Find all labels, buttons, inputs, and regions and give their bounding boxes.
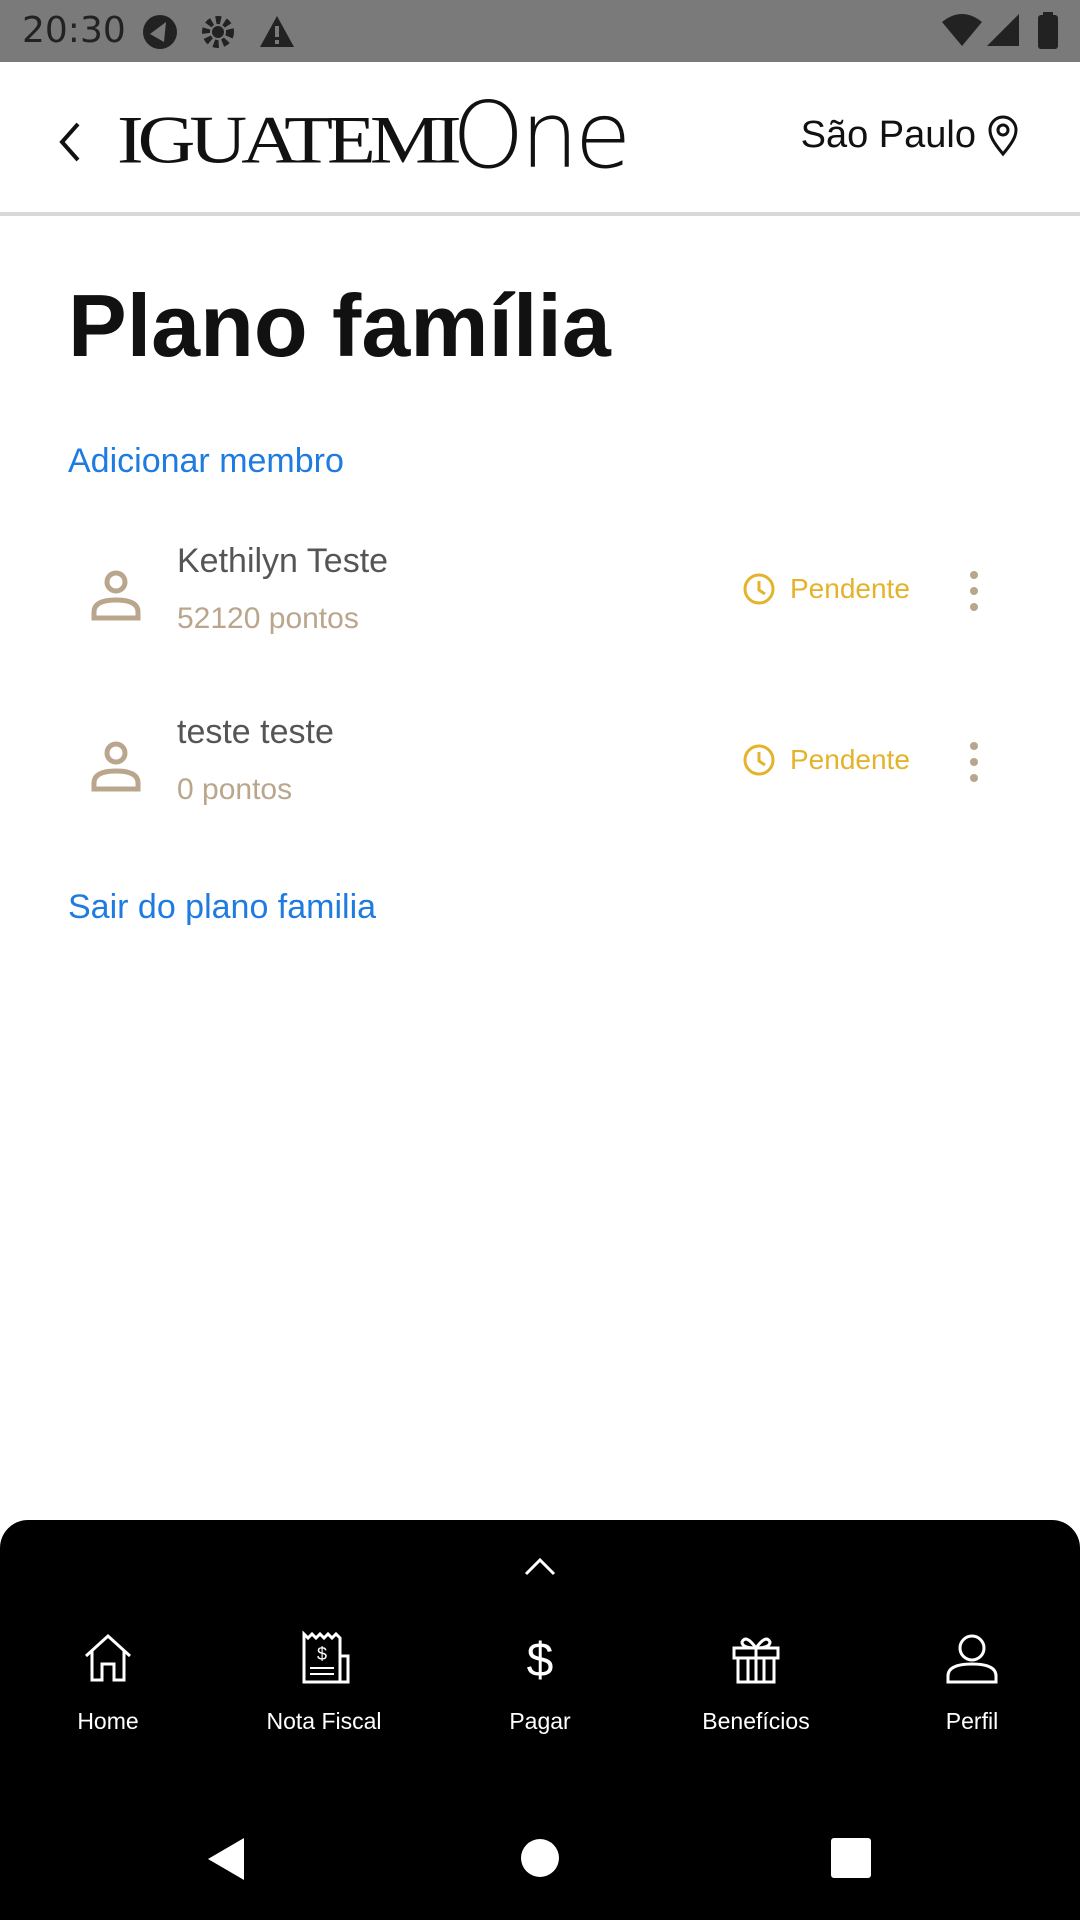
back-arrow-icon[interactable] bbox=[50, 112, 90, 172]
system-back-icon[interactable] bbox=[204, 1836, 250, 1882]
settings-icon bbox=[202, 16, 234, 48]
member-name: teste teste bbox=[177, 713, 334, 751]
nav-home[interactable]: Home bbox=[8, 1630, 208, 1735]
member-status: Pendente bbox=[742, 743, 910, 777]
member-points: 52120 pontos bbox=[177, 602, 359, 635]
logo-one: One bbox=[452, 82, 631, 189]
nav-nota-fiscal[interactable]: $ Nota Fiscal bbox=[224, 1630, 424, 1735]
svg-text:$: $ bbox=[527, 1634, 554, 1686]
svg-text:$: $ bbox=[317, 1644, 327, 1664]
status-bar: 20:30 bbox=[0, 0, 1080, 62]
person-icon bbox=[91, 570, 141, 621]
nav-home-label: Home bbox=[77, 1708, 139, 1734]
logo-iguatemi: IGUATEMI bbox=[117, 102, 462, 178]
app-header: IGUATEMI One São Paulo bbox=[0, 62, 1080, 216]
chevron-up-icon[interactable] bbox=[522, 1554, 558, 1578]
signal-icon bbox=[987, 14, 1019, 46]
person-icon bbox=[91, 741, 141, 792]
nav-nota-fiscal-label: Nota Fiscal bbox=[266, 1708, 382, 1734]
status-label: Pendente bbox=[790, 573, 910, 604]
member-name: Kethilyn Teste bbox=[177, 542, 389, 580]
bottom-nav: Home $ Nota Fiscal $ Pagar Benefícios Pe… bbox=[0, 1520, 1080, 1740]
leave-family-plan-link[interactable]: Sair do plano familia bbox=[68, 888, 376, 927]
wifi-icon bbox=[942, 14, 982, 46]
nav-perfil[interactable]: Perfil bbox=[872, 1630, 1072, 1735]
user-icon bbox=[946, 1634, 998, 1684]
more-options-icon[interactable] bbox=[962, 566, 986, 616]
location-selector[interactable]: São Paulo bbox=[801, 114, 1020, 157]
sync-icon bbox=[143, 15, 177, 49]
clock-icon bbox=[743, 744, 775, 776]
warning-icon bbox=[260, 16, 294, 47]
battery-icon bbox=[1038, 12, 1058, 49]
member-status: Pendente bbox=[742, 572, 910, 606]
status-label: Pendente bbox=[790, 744, 910, 775]
gift-icon bbox=[732, 1637, 780, 1684]
nav-pagar[interactable]: $ Pagar bbox=[440, 1630, 640, 1735]
member-row[interactable]: Kethilyn Teste 52120 pontos Pendente bbox=[0, 530, 1080, 660]
map-pin-icon bbox=[988, 115, 1018, 156]
page-title: Plano família bbox=[68, 276, 611, 375]
home-icon bbox=[84, 1633, 132, 1682]
add-member-link[interactable]: Adicionar membro bbox=[68, 442, 344, 481]
status-time: 20:30 bbox=[22, 10, 126, 51]
nav-pagar-label: Pagar bbox=[509, 1708, 571, 1734]
more-options-icon[interactable] bbox=[962, 737, 986, 787]
nav-perfil-label: Perfil bbox=[945, 1708, 999, 1734]
system-recents-icon[interactable] bbox=[831, 1838, 871, 1878]
member-row[interactable]: teste teste 0 pontos Pendente bbox=[0, 701, 1080, 831]
system-home-icon[interactable] bbox=[520, 1838, 560, 1878]
nav-beneficios[interactable]: Benefícios bbox=[656, 1630, 856, 1735]
nav-beneficios-label: Benefícios bbox=[702, 1708, 810, 1734]
location-label: São Paulo bbox=[800, 114, 976, 156]
dollar-icon: $ bbox=[527, 1634, 554, 1686]
receipt-icon: $ bbox=[302, 1630, 350, 1684]
system-nav-bar bbox=[0, 1740, 1080, 1920]
member-points: 0 pontos bbox=[177, 773, 293, 806]
clock-icon bbox=[743, 573, 775, 605]
